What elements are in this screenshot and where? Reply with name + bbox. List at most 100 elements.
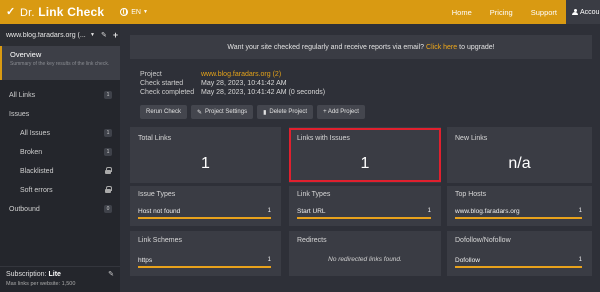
sidebar-item-soft-errors[interactable]: Soft errors [0, 181, 120, 200]
link-scheme-bar [138, 266, 271, 268]
link-schemes-card: Link Schemes https 1 [130, 231, 281, 276]
nav-pricing[interactable]: Pricing [481, 0, 522, 24]
lock-icon [105, 167, 112, 174]
sidebar-item-label: Broken [20, 149, 43, 156]
sidebar-item-issues[interactable]: Issues [0, 105, 120, 124]
sidebar-item-all-issues[interactable]: All Issues 1 [0, 124, 120, 143]
card-title: Top Hosts [455, 191, 487, 198]
sidebar-item-blacklisted[interactable]: Blacklisted [0, 162, 120, 181]
language-selector[interactable]: EN ▼ [120, 8, 148, 16]
card-title: Link Schemes [138, 237, 182, 244]
card-title: Link Types [297, 191, 331, 198]
check-completed-label: Check completed [140, 89, 195, 96]
nav-home[interactable]: Home [443, 0, 481, 24]
top-host-label[interactable]: www.blog.faradars.org [455, 208, 520, 215]
link-scheme-label[interactable]: https [138, 257, 152, 264]
site-name: www.blog.faradars.org (... [6, 31, 86, 39]
link-type-bar [297, 217, 431, 219]
link-scheme-count: 1 [267, 257, 271, 263]
banner-text: Want your site checked regularly and rec… [227, 43, 425, 51]
total-links-value: 1 [201, 155, 210, 172]
wrench-icon[interactable]: ✎ [101, 31, 107, 39]
dofollow-card: Dofollow/Nofollow Dofollow 1 [447, 231, 592, 276]
user-icon [572, 8, 578, 16]
wrench-icon: ✎ [197, 109, 203, 116]
issue-type-count: 1 [267, 208, 271, 214]
project-link[interactable]: www.blog.faradars.org (2) [201, 70, 281, 79]
site-selector[interactable]: www.blog.faradars.org (... ▼ ✎ + [0, 24, 120, 46]
link-types-card: Link Types Start URL 1 [289, 186, 441, 226]
project-info: Project www.blog.faradars.org (2) Check … [140, 70, 325, 97]
top-host-bar [455, 217, 582, 219]
main-nav: Home Pricing Support Accou [443, 0, 600, 24]
account-label: Accou [580, 8, 600, 16]
chevron-down-icon: ▼ [142, 9, 148, 15]
upgrade-link[interactable]: Click here [426, 44, 457, 51]
sidebar-item-all-links[interactable]: All Links 1 [0, 86, 120, 105]
banner-text-end: to upgrade! [459, 43, 495, 51]
check-started-label: Check started [140, 80, 184, 87]
sidebar-item-outbound[interactable]: Outbound 0 [0, 200, 120, 219]
sidebar-item-label: Issues [9, 111, 30, 118]
project-settings-label: Project Settings [205, 109, 248, 115]
sidebar-item-label: Blacklisted [20, 168, 54, 175]
top-bar: ✓ Dr. Link Check EN ▼ Home Pricing Suppo… [0, 0, 600, 24]
wrench-icon[interactable]: ✎ [108, 270, 114, 278]
sidebar: www.blog.faradars.org (... ▼ ✎ + Overvie… [0, 24, 120, 292]
logo[interactable]: ✓ Dr. Link Check [6, 5, 104, 19]
nav-account[interactable]: Accou [566, 0, 600, 24]
sidebar-item-label: All Links [9, 92, 36, 99]
issue-type-label[interactable]: Host not found [138, 208, 180, 215]
sidebar-item-broken[interactable]: Broken 1 [0, 143, 120, 162]
sidebar-item-label: Outbound [9, 206, 40, 213]
new-links-card[interactable]: New Links n/a [447, 127, 592, 183]
link-type-count: 1 [427, 208, 431, 214]
dofollow-bar [455, 266, 582, 268]
dofollow-label[interactable]: Dofollow [455, 257, 480, 264]
sidebar-item-label: Soft errors [20, 187, 53, 194]
sidebar-item-overview[interactable]: Overview Summary of the key results of t… [0, 46, 120, 80]
checkmark-icon: ✓ [6, 5, 16, 18]
sidebar-item-label: All Issues [20, 130, 50, 137]
globe-icon [120, 8, 129, 16]
add-icon[interactable]: + [113, 30, 118, 40]
overview-title: Overview [10, 50, 42, 59]
trash-icon: ▮ [263, 109, 267, 116]
dofollow-count: 1 [578, 257, 582, 263]
top-host-count: 1 [578, 208, 582, 214]
logo-text: Dr. Link Check [20, 5, 105, 19]
card-title: New Links [455, 135, 488, 142]
add-project-button[interactable]: + Add Project [317, 105, 365, 119]
card-title: Redirects [297, 237, 327, 244]
issue-type-bar [138, 217, 271, 219]
redirects-card: Redirects No redirected links found. [289, 231, 441, 276]
delete-project-label: Delete Project [269, 109, 308, 115]
nav-support[interactable]: Support [522, 0, 566, 24]
links-with-issues-card[interactable]: Links with Issues 1 [289, 127, 441, 183]
max-links-text: Max links per website: 1,500 [6, 281, 76, 287]
lock-icon [105, 186, 112, 193]
top-hosts-card: Top Hosts www.blog.faradars.org 1 [447, 186, 592, 226]
check-completed-value: May 28, 2023, 10:41:42 AM (0 seconds) [201, 89, 326, 96]
no-redirects-message: No redirected links found. [328, 256, 402, 263]
language-label: EN [131, 8, 141, 16]
subscription-line: Subscription: Lite ✎ [6, 270, 114, 279]
project-settings-button[interactable]: ✎ Project Settings [191, 105, 254, 119]
card-title: Dofollow/Nofollow [455, 237, 511, 244]
project-actions: Rerun Check ✎ Project Settings ▮ Delete … [140, 105, 365, 119]
card-title: Total Links [138, 135, 172, 142]
total-links-card[interactable]: Total Links 1 [130, 127, 281, 183]
overview-description: Summary of the key results of the link c… [10, 61, 110, 67]
card-title: Issue Types [138, 191, 176, 198]
subscription-value: Lite [48, 270, 61, 278]
links-with-issues-value: 1 [360, 155, 370, 172]
count-badge: 1 [104, 148, 112, 156]
check-started-value: May 28, 2023, 10:41:42 AM [201, 80, 287, 87]
count-badge: 1 [104, 129, 112, 137]
link-type-label[interactable]: Start URL [297, 208, 326, 215]
upgrade-banner: Want your site checked regularly and rec… [130, 35, 592, 59]
rerun-check-button[interactable]: Rerun Check [140, 105, 188, 119]
delete-project-button[interactable]: ▮ Delete Project [257, 105, 314, 119]
chevron-down-icon: ▼ [90, 32, 95, 38]
count-badge: 1 [104, 91, 112, 99]
